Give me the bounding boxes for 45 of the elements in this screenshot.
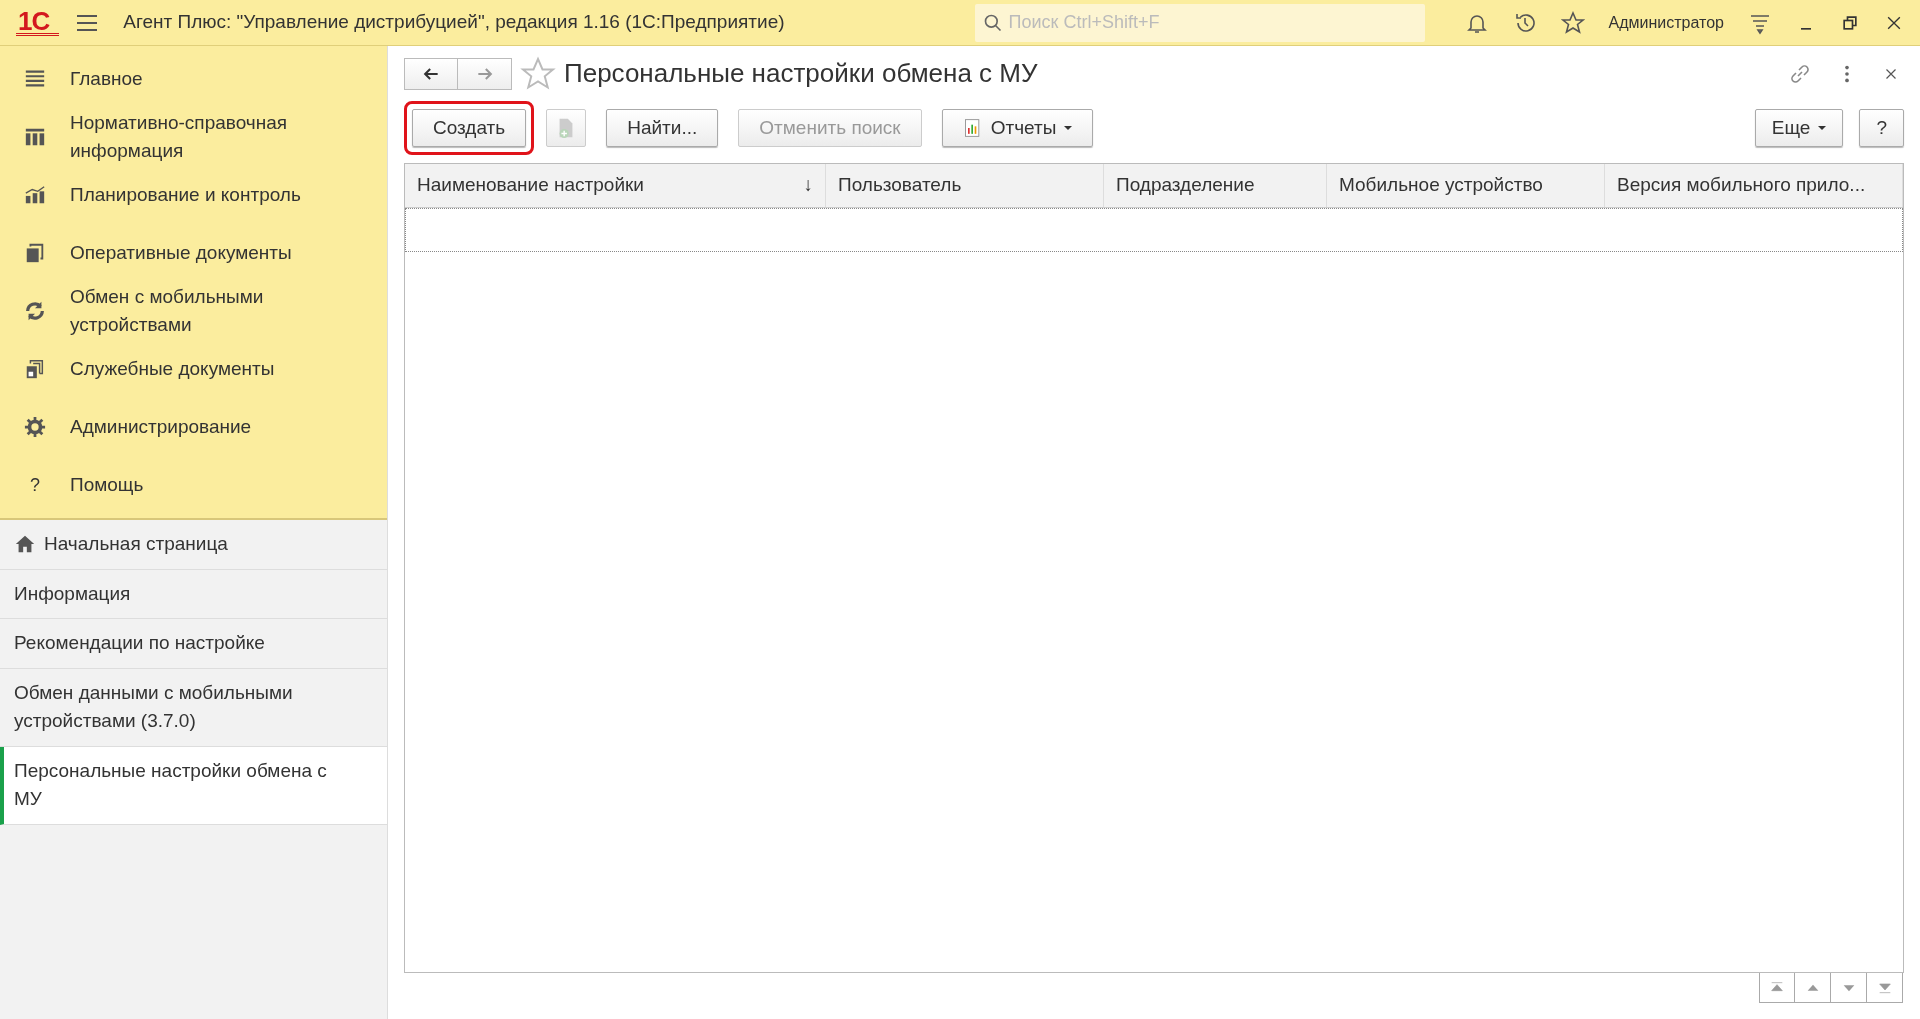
back-button[interactable] (404, 57, 458, 90)
gear-icon (24, 416, 46, 438)
user-name[interactable]: Администратор (1608, 10, 1724, 35)
star-icon[interactable] (1560, 10, 1585, 35)
open-page-tab[interactable]: Рекомендации по настройке (0, 619, 387, 669)
form-title: Персональные настройки обмена с МУ (564, 57, 1038, 90)
bar-chart-icon (24, 184, 46, 206)
column-header[interactable]: Подразделение (1104, 164, 1327, 207)
more-button[interactable]: Еще (1754, 109, 1844, 147)
sync-icon (24, 300, 46, 322)
documents-icon (24, 358, 46, 380)
column-header[interactable]: Пользователь (826, 164, 1104, 207)
section-link[interactable]: Планирование и контроль (70, 180, 301, 210)
scroll-bottom-button[interactable] (1867, 973, 1903, 1003)
documents-icon (24, 242, 46, 264)
caret-icon (1818, 126, 1827, 130)
help-button[interactable]: ? (1859, 109, 1904, 147)
section-link[interactable]: Помощь (70, 470, 144, 500)
columns-icon (24, 126, 46, 148)
column-header[interactable]: Мобильное устройство (1327, 164, 1605, 207)
section-link[interactable]: Администрирование (70, 412, 252, 442)
open-page-tab[interactable]: Обмен данными с мобильными устройствами (3.7.0) (0, 668, 387, 747)
list-icon (24, 68, 46, 90)
open-page-tab[interactable]: Персональные настройки обмена с МУ (0, 746, 387, 825)
column-header-text: Наименование настройки (417, 173, 644, 198)
logo: 1С (16, 9, 60, 36)
column-header[interactable]: Версия мобильного прило... (1605, 164, 1903, 207)
search-icon (982, 12, 1003, 33)
sort-indicator[interactable]: ↓ (803, 171, 813, 200)
section-link[interactable]: Служебные документы (70, 354, 275, 384)
section-link[interactable]: Обмен с мобильными устройствами (70, 282, 377, 340)
section-link[interactable]: Нормативно-справочная информация (70, 108, 377, 166)
open-page-tab[interactable]: Информация (0, 569, 387, 619)
favorite-star-icon[interactable] (520, 55, 556, 92)
help-icon: ? (24, 474, 46, 496)
search-field[interactable]: Поиск Ctrl+Shift+F (974, 3, 1425, 42)
section-link[interactable]: Оперативные документы (70, 238, 292, 268)
toolbar-button[interactable]: Создать (412, 109, 527, 147)
window-title: Агент Плюс: "Управление дистрибуцией", редакция 1.16 (1С:Предприятие) (123, 10, 785, 35)
toolbar-button[interactable]: Найти... (606, 109, 719, 147)
section-link[interactable]: Главное (70, 64, 143, 94)
caret-icon (1064, 126, 1073, 130)
empty-row[interactable] (405, 208, 1903, 252)
open-page-tab[interactable]: Начальная страница (0, 520, 387, 570)
reports-button[interactable]: Отчеты (941, 109, 1094, 147)
